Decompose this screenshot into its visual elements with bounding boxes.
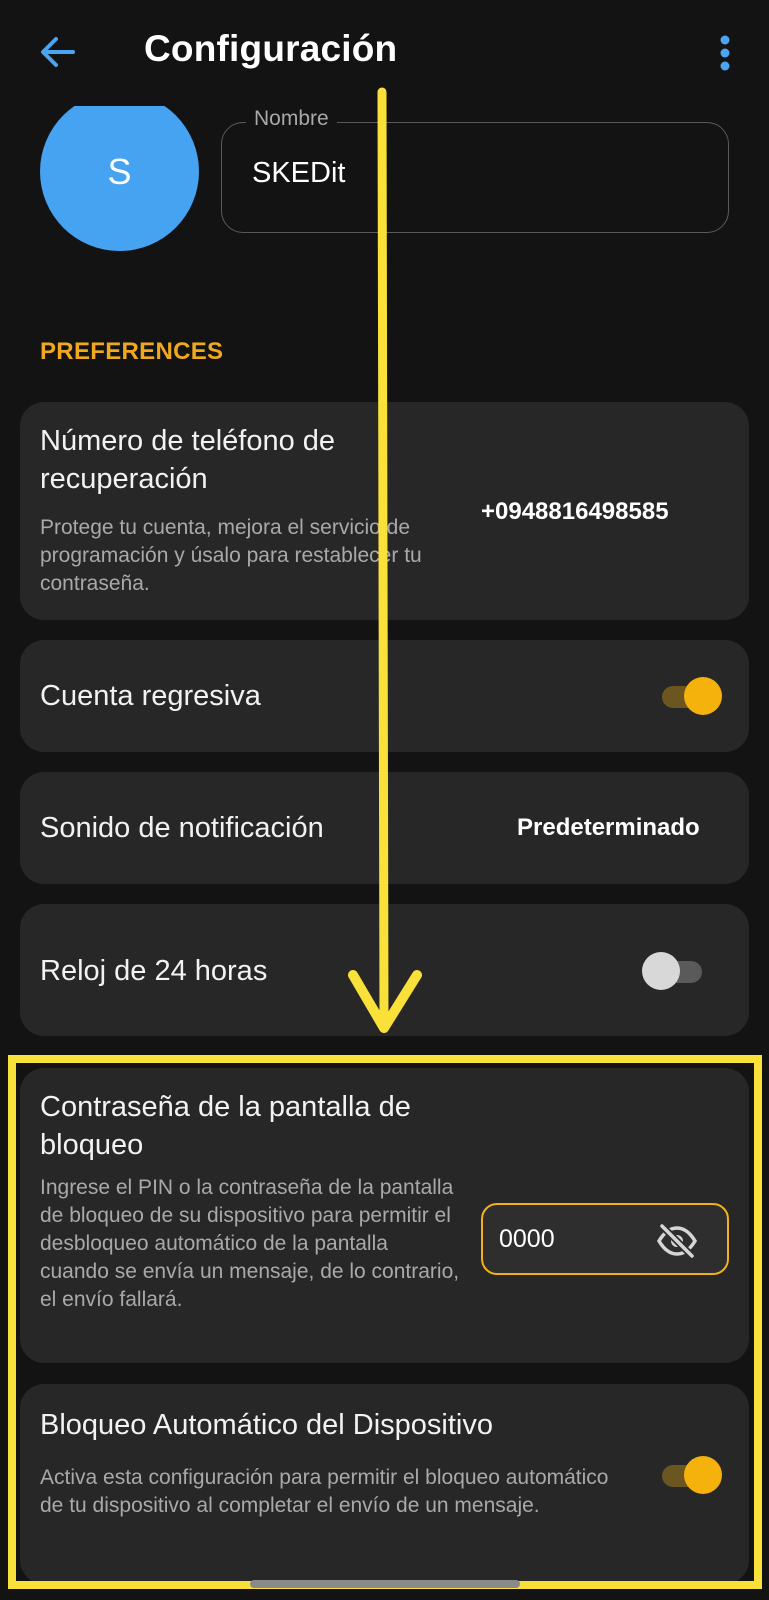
- setting-recovery-phone[interactable]: Número de teléfono de recuperación Prote…: [20, 402, 749, 620]
- overflow-menu-button[interactable]: [700, 28, 750, 78]
- toggle-thumb: [684, 1456, 722, 1494]
- setting-description: Activa esta configuración para permitir …: [40, 1466, 609, 1517]
- recovery-phone-value: +0948816498585: [481, 498, 669, 525]
- section-header-preferences: PREFERENCES: [40, 338, 224, 365]
- setting-title: Bloqueo Automático del Dispositivo: [40, 1409, 493, 1441]
- settings-screen: Configuración S Nombre SKEDit PREFERENCE…: [0, 0, 769, 1600]
- setting-lock-screen-password[interactable]: Contraseña de la pantalla de bloqueo Ing…: [20, 1068, 749, 1363]
- avatar-initial: S: [107, 150, 132, 192]
- toggle-thumb: [684, 677, 722, 715]
- name-field-label: Nombre: [246, 107, 337, 131]
- setting-auto-lock[interactable]: Bloqueo Automático del Dispositivo Activ…: [20, 1384, 749, 1584]
- clock-24h-toggle[interactable]: [642, 952, 706, 990]
- toggle-thumb: [642, 952, 680, 990]
- auto-lock-toggle[interactable]: [658, 1456, 722, 1494]
- back-button[interactable]: [30, 25, 84, 79]
- toggle-visibility-button[interactable]: [655, 1219, 699, 1263]
- countdown-toggle[interactable]: [658, 677, 722, 715]
- setting-title: Sonido de notificación: [40, 812, 324, 844]
- setting-title: Número de teléfono de recuperación: [40, 425, 336, 495]
- setting-title: Cuenta regresiva: [40, 680, 261, 712]
- setting-description: Protege tu cuenta, mejora el servicio de…: [40, 516, 422, 595]
- setting-description: Ingrese el PIN o la contraseña de la pan…: [40, 1176, 460, 1311]
- notification-sound-value: Predeterminado: [517, 814, 700, 841]
- setting-notification-sound[interactable]: Sonido de notificación Predeterminado: [20, 772, 749, 884]
- page-title: Configuración: [144, 28, 398, 69]
- home-indicator[interactable]: [250, 1580, 520, 1588]
- setting-countdown[interactable]: Cuenta regresiva: [20, 640, 749, 752]
- eye-off-icon: [656, 1224, 698, 1258]
- name-field-value: SKEDit: [252, 157, 346, 189]
- pin-input[interactable]: 0000: [481, 1203, 729, 1275]
- setting-title: Contraseña de la pantalla de bloqueo: [40, 1091, 411, 1161]
- pin-input-value: 0000: [499, 1225, 555, 1253]
- setting-title: Reloj de 24 horas: [40, 955, 268, 987]
- top-app-bar: Configuración: [0, 0, 769, 105]
- name-field[interactable]: Nombre SKEDit: [221, 107, 729, 233]
- more-vertical-icon: [720, 35, 730, 71]
- arrow-left-icon: [41, 37, 75, 67]
- avatar[interactable]: S: [40, 106, 199, 251]
- setting-24h-clock[interactable]: Reloj de 24 horas: [20, 904, 749, 1036]
